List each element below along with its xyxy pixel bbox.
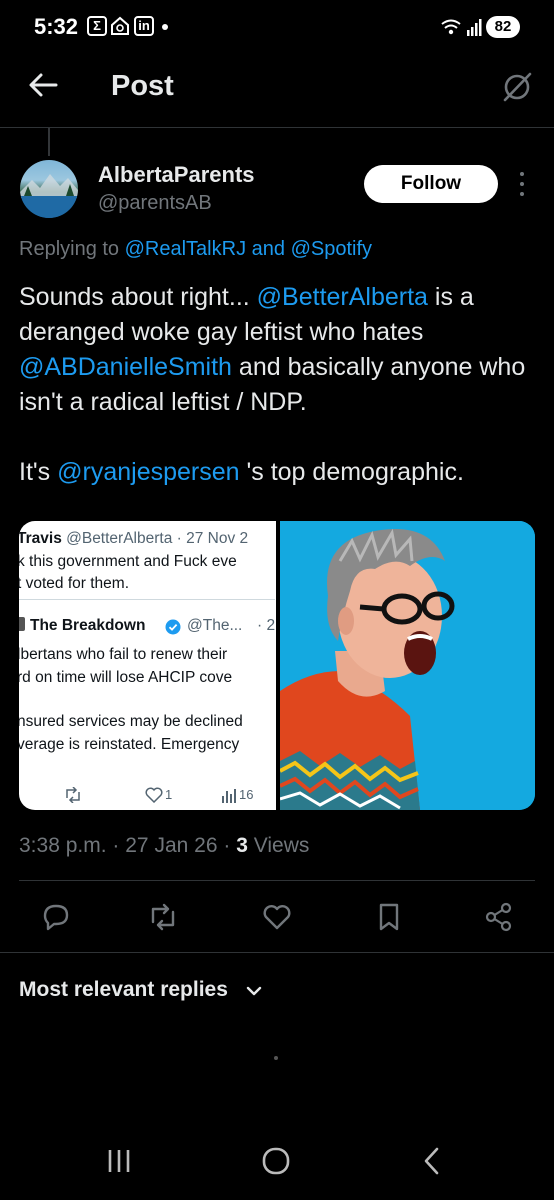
shot-line-3: t voted for them. xyxy=(19,575,129,592)
grok-icon[interactable] xyxy=(500,70,534,104)
media-gallery[interactable]: Travis @BetterAlberta · 27 Nov 2 k this … xyxy=(19,521,535,810)
post-timestamp: 3:38 p.m. · 27 Jan 26 · 3 Views xyxy=(19,834,310,857)
meta-divider xyxy=(19,880,535,881)
home-nav-icon[interactable] xyxy=(261,1140,291,1180)
mention-betteralberta[interactable]: @BetterAlberta xyxy=(257,283,428,311)
replying-to: Replying to @RealTalkRJ and @Spotify xyxy=(19,238,372,261)
back-arrow-icon[interactable] xyxy=(26,70,62,100)
views-label: Views xyxy=(253,834,310,857)
mention-ryanjespersen[interactable]: @ryanjespersen xyxy=(57,458,239,486)
replies-sort-dropdown[interactable]: Most relevant replies xyxy=(19,978,228,1002)
more-options-icon[interactable] xyxy=(518,172,526,200)
wifi-signal-icon xyxy=(440,16,484,38)
quoted-time: · 2 xyxy=(257,617,276,634)
shot-like-icon xyxy=(145,787,163,804)
share-icon[interactable] xyxy=(482,900,516,934)
chevron-down-icon[interactable] xyxy=(246,984,262,998)
replying-and: and xyxy=(251,238,286,260)
repost-icon[interactable] xyxy=(146,900,180,934)
quoted-line-4: verage is reinstated. Emergency xyxy=(19,736,240,753)
header-divider xyxy=(0,127,554,128)
text-part-1: Sounds about right... xyxy=(19,283,257,311)
views-count: 3 xyxy=(236,834,248,857)
shot-views-icon xyxy=(221,788,237,803)
follow-button[interactable]: Follow xyxy=(364,165,498,203)
bookmark-icon[interactable] xyxy=(372,900,406,934)
mention-abdaniellesmith[interactable]: @ABDanielleSmith xyxy=(19,353,232,381)
verified-badge-icon xyxy=(165,619,181,635)
replying-prefix: Replying to xyxy=(19,238,120,260)
status-time: 5:32 xyxy=(34,14,79,39)
quoted-avatar xyxy=(19,617,25,631)
linkedin-icon: in xyxy=(134,16,154,36)
display-name[interactable]: AlbertaParents xyxy=(98,162,255,188)
quoted-line-1: lbertans who fail to renew their xyxy=(19,646,228,663)
shot-views-count: 16 xyxy=(239,787,254,802)
page-title: Post xyxy=(111,70,174,102)
battery-indicator: 82 xyxy=(486,16,520,38)
text-part-5: 's top demographic. xyxy=(239,458,464,486)
home-notification-icon xyxy=(110,16,130,36)
actions-divider xyxy=(0,952,554,953)
user-handle[interactable]: @parentsAB xyxy=(98,192,212,215)
post-time: 3:38 p.m. xyxy=(19,834,107,857)
post-date: 27 Jan 26 xyxy=(125,834,218,857)
quoted-name: The Breakdown xyxy=(30,617,146,634)
text-part-4: It's xyxy=(19,458,58,486)
loading-dot xyxy=(274,1056,278,1060)
shot-line-1: Travis @BetterAlberta · 27 Nov 2 xyxy=(19,530,249,547)
back-nav-icon[interactable] xyxy=(420,1140,444,1180)
quoted-line-3: nsured services may be declined xyxy=(19,713,243,730)
thread-line xyxy=(48,128,50,156)
replying-mention-2[interactable]: @Spotify xyxy=(291,238,372,260)
like-icon[interactable] xyxy=(260,900,294,934)
recents-nav-icon[interactable] xyxy=(106,1140,134,1180)
woman-yelling-photo[interactable] xyxy=(280,521,535,810)
quoted-handle: @The... xyxy=(187,617,243,634)
avatar[interactable] xyxy=(20,160,78,218)
replying-mention-1[interactable]: @RealTalkRJ xyxy=(125,238,246,260)
notification-icon: Σ xyxy=(87,16,107,36)
embedded-screenshot-image[interactable]: Travis @BetterAlberta · 27 Nov 2 k this … xyxy=(19,521,276,810)
shot-repost-icon xyxy=(64,786,82,804)
replies-sort-label: Most relevant replies xyxy=(19,978,228,1001)
status-dot-icon xyxy=(162,24,168,30)
shot-divider xyxy=(19,599,275,600)
tweet-text: Sounds about right... @BetterAlberta is … xyxy=(19,280,539,490)
reply-icon[interactable] xyxy=(39,900,73,934)
quoted-line-2: rd on time will lose AHCIP cove xyxy=(19,669,233,686)
shot-like-count: 1 xyxy=(165,787,173,802)
shot-line-2: k this government and Fuck eve xyxy=(19,553,237,570)
